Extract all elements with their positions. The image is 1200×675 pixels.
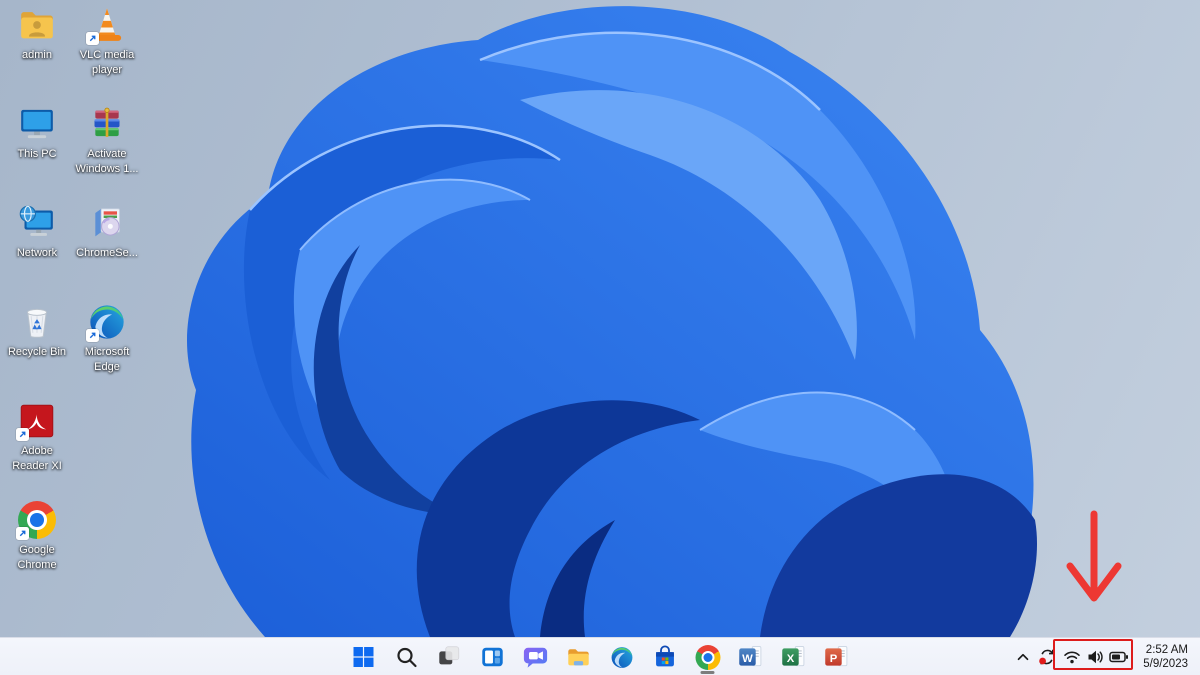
- excel-icon: X: [782, 646, 805, 667]
- chrome-icon: [695, 644, 720, 670]
- file-explorer-icon: [568, 649, 589, 666]
- edge-taskbar-button[interactable]: [602, 639, 642, 675]
- bloom-wallpaper: [187, 6, 1038, 637]
- icon-label: admin: [22, 49, 52, 61]
- desktop-icon-edge[interactable]: Microsoft Edge: [72, 301, 142, 400]
- icon-label: Google Chrome: [17, 544, 57, 571]
- desktop-icon-adobe-reader[interactable]: Adobe Reader XI: [2, 400, 72, 499]
- shortcut-arrow-icon: [16, 527, 29, 540]
- icon-label: Network: [16, 247, 58, 259]
- battery-icon: [1109, 651, 1128, 663]
- edge-icon: [611, 646, 632, 668]
- taskbar: W X P 2:52 AM 5/9/2023: [0, 637, 1200, 675]
- chat-button[interactable]: [516, 639, 556, 675]
- wifi-icon: [1064, 651, 1080, 664]
- desktop-icon-vlc[interactable]: VLC media player: [72, 4, 142, 103]
- winrar-archive-icon: [86, 103, 128, 145]
- icon-label: Adobe Reader XI: [12, 445, 62, 472]
- wifi-tray-button[interactable]: [1061, 638, 1083, 675]
- chevron-up-icon: [1017, 653, 1029, 661]
- icon-label: Microsoft Edge: [84, 346, 130, 373]
- taskbar-clock[interactable]: 2:52 AM 5/9/2023: [1143, 638, 1188, 675]
- widgets-icon: [482, 647, 503, 667]
- notification-badge: [1039, 657, 1046, 665]
- sync-update-tray-button[interactable]: [1033, 638, 1061, 675]
- desktop-icon-grid: admin VLC media player This PC Activate …: [2, 4, 142, 598]
- microsoft-store-icon: [655, 644, 674, 666]
- search-button[interactable]: [387, 639, 427, 675]
- shortcut-arrow-icon: [86, 32, 99, 45]
- network-icon: [16, 202, 58, 244]
- word-icon: W: [739, 646, 762, 667]
- icon-label: This PC: [17, 148, 57, 160]
- adobe-reader-icon: [16, 400, 58, 442]
- volume-icon: [1088, 650, 1103, 664]
- shortcut-arrow-icon: [16, 428, 29, 441]
- start-button[interactable]: [344, 639, 384, 675]
- icon-label: ChromeSe...: [76, 247, 138, 259]
- desktop-icon-network[interactable]: Network: [2, 202, 72, 301]
- task-view-button[interactable]: [430, 639, 470, 675]
- desktop-icon-chrome[interactable]: Google Chrome: [2, 499, 72, 598]
- powerpoint-button[interactable]: P: [817, 639, 857, 675]
- running-indicator: [700, 671, 715, 674]
- sync-update-icon: [1039, 649, 1054, 665]
- desktop-icon-this-pc[interactable]: This PC: [2, 103, 72, 202]
- svg-text:P: P: [830, 653, 838, 665]
- desktop-icon-recycle-bin[interactable]: Recycle Bin: [2, 301, 72, 400]
- search-icon: [397, 647, 417, 668]
- clock-date: 5/9/2023: [1143, 658, 1188, 670]
- icon-label: Recycle Bin: [7, 346, 67, 358]
- desktop-icon-admin[interactable]: admin: [2, 4, 72, 103]
- recycle-bin-icon: [16, 301, 58, 343]
- icon-label: Activate Windows 1...: [75, 148, 139, 175]
- excel-button[interactable]: X: [774, 639, 814, 675]
- installer-box-icon: [86, 202, 128, 244]
- word-button[interactable]: W: [731, 639, 771, 675]
- chrome-taskbar-button[interactable]: [688, 639, 728, 675]
- this-pc-icon: [16, 103, 58, 145]
- windows-11-desktop: admin VLC media player This PC Activate …: [0, 0, 1200, 675]
- svg-text:X: X: [787, 653, 795, 665]
- chrome-icon: [16, 499, 58, 541]
- widgets-button[interactable]: [473, 639, 513, 675]
- file-explorer-button[interactable]: [559, 639, 599, 675]
- windows-logo-icon: [353, 647, 374, 667]
- powerpoint-icon: P: [825, 646, 848, 667]
- user-folder-icon: [16, 4, 58, 46]
- desktop-icon-activate-windows[interactable]: Activate Windows 1...: [72, 103, 142, 202]
- task-view-icon: [439, 646, 460, 665]
- chat-icon: [523, 647, 548, 668]
- desktop-icon-chrome-setup[interactable]: ChromeSe...: [72, 202, 142, 301]
- shortcut-arrow-icon: [86, 329, 99, 342]
- clock-time: 2:52 AM: [1145, 644, 1188, 656]
- volume-tray-button[interactable]: [1084, 638, 1106, 675]
- taskbar-center-group: W X P: [344, 638, 857, 675]
- battery-tray-button[interactable]: [1106, 638, 1132, 675]
- edge-icon: [86, 301, 128, 343]
- svg-text:W: W: [742, 653, 753, 665]
- icon-label: VLC media player: [79, 49, 135, 76]
- microsoft-store-button[interactable]: [645, 639, 685, 675]
- vlc-cone-icon: [86, 4, 128, 46]
